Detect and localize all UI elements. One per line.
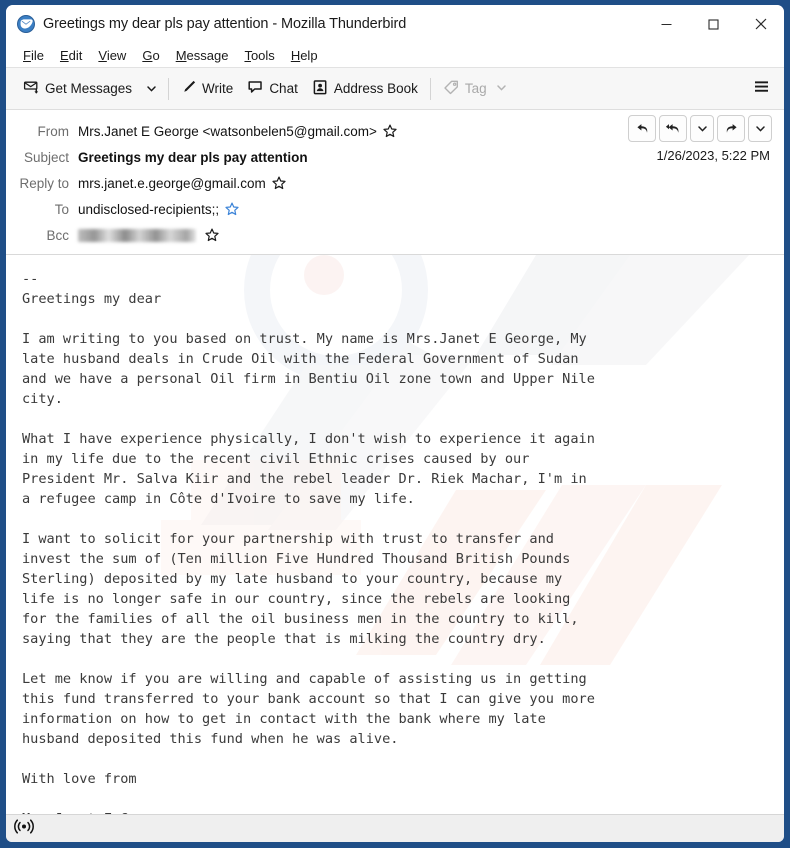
chat-label: Chat (269, 81, 298, 96)
message-body-text: -- Greetings my dear I am writing to you… (22, 271, 595, 814)
window-title: Greetings my dear pls pay attention - Mo… (43, 16, 407, 32)
to-label: To (54, 201, 69, 217)
reply-all-icon (665, 124, 679, 133)
chat-button[interactable]: Chat (240, 74, 305, 104)
menu-item-view[interactable]: View (90, 47, 134, 64)
toolbar-separator (168, 77, 170, 100)
get-messages-button[interactable]: Get Messages (16, 74, 139, 104)
window-controls (643, 5, 784, 43)
write-label: Write (202, 81, 234, 96)
reply-button[interactable] (628, 115, 656, 142)
address-book-label: Address Book (333, 81, 418, 96)
reply-to-value: mrs.janet.e.george@gmail.com (78, 175, 266, 191)
menu-item-message[interactable]: Message (168, 47, 237, 64)
tag-label: Tag (464, 81, 487, 96)
bcc-label: Bcc (46, 227, 69, 243)
toolbar-separator-2 (429, 77, 431, 100)
to-value: undisclosed-recipients;; (78, 201, 220, 217)
forward-arrow-icon (726, 124, 737, 133)
tag-dropdown-icon[interactable] (496, 81, 507, 96)
close-button[interactable] (737, 5, 784, 43)
get-messages-label: Get Messages (45, 81, 133, 96)
header-row-bcc: Bcc (6, 222, 784, 248)
star-icon[interactable] (205, 228, 219, 242)
subject-label: Subject (23, 149, 69, 165)
menu-item-tools[interactable]: Tools (236, 47, 282, 64)
header-row-reply-to: Reply to mrs.janet.e.george@gmail.com (6, 170, 784, 196)
reply-icon (636, 124, 647, 133)
minimize-button[interactable] (643, 5, 690, 43)
pencil-icon (181, 79, 197, 98)
reply-to-value-group: mrs.janet.e.george@gmail.com (78, 176, 286, 191)
main-toolbar: Get Messages Write Chat Address Book Tag (6, 68, 784, 110)
menu-item-help[interactable]: Help (283, 47, 326, 64)
message-header-pane: 1/26/2023, 5:22 PM From Mrs.Janet E Geor… (6, 110, 784, 255)
star-icon[interactable] (225, 202, 239, 216)
window-inner: Greetings my dear pls pay attention - Mo… (6, 5, 784, 842)
to-value-group: undisclosed-recipients;; (78, 202, 239, 217)
menu-bar: File Edit View Go Message Tools Help (6, 43, 784, 68)
message-datetime: 1/26/2023, 5:22 PM (656, 148, 770, 163)
hamburger-menu-icon (752, 77, 771, 101)
broadcast-signal-icon (14, 818, 34, 840)
menu-item-edit[interactable]: Edit (52, 47, 90, 64)
message-body-pane[interactable]: -- Greetings my dear I am writing to you… (6, 255, 784, 814)
write-button[interactable]: Write (174, 74, 240, 104)
tag-icon (443, 79, 460, 99)
address-book-button[interactable]: Address Book (305, 74, 425, 104)
more-actions-button[interactable] (748, 115, 772, 142)
chevron-down-icon (755, 126, 765, 132)
chat-bubble-icon (247, 79, 264, 99)
forward-button[interactable] (717, 115, 745, 142)
get-messages-dropdown[interactable] (139, 74, 163, 104)
app-menu-button[interactable] (744, 74, 778, 104)
chevron-down-icon (697, 126, 707, 132)
star-icon[interactable] (272, 176, 286, 190)
thunderbird-window: Greetings my dear pls pay attention - Mo… (0, 0, 790, 848)
bcc-value-group (78, 228, 219, 242)
maximize-button[interactable] (690, 5, 737, 43)
chevron-down-icon (146, 86, 156, 92)
menu-item-file[interactable]: File (15, 47, 52, 64)
get-messages-icon (23, 79, 40, 99)
header-row-to: To undisclosed-recipients;; (6, 196, 784, 222)
from-value-group: Mrs.Janet E George <watsonbelen5@gmail.c… (78, 124, 397, 139)
thunderbird-logo-icon (17, 15, 35, 33)
address-book-icon (312, 79, 329, 99)
reply-all-button[interactable] (659, 115, 687, 142)
from-value: Mrs.Janet E George <watsonbelen5@gmail.c… (78, 123, 377, 139)
reply-more-button[interactable] (690, 115, 714, 142)
title-bar: Greetings my dear pls pay attention - Mo… (6, 5, 784, 43)
message-action-buttons (628, 115, 772, 142)
from-label: From (37, 123, 70, 139)
bcc-redacted-value (78, 228, 196, 242)
menu-item-go[interactable]: Go (134, 47, 167, 64)
status-bar (6, 814, 784, 842)
subject-value: Greetings my dear pls pay attention (78, 149, 308, 165)
reply-to-label: Reply to (19, 175, 69, 191)
star-icon[interactable] (383, 124, 397, 138)
tag-button[interactable]: Tag (436, 74, 514, 104)
